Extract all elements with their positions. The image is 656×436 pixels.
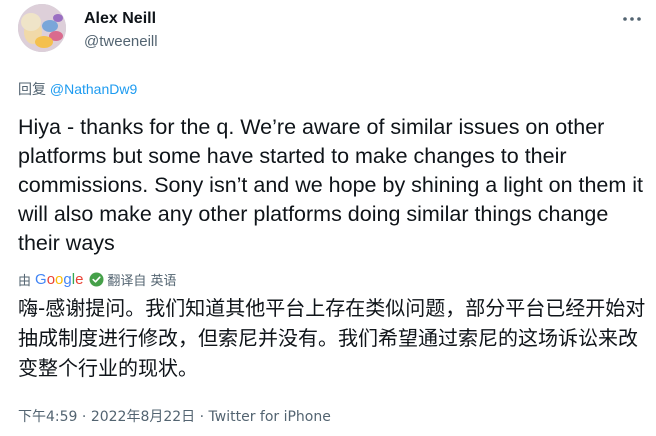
- tweet-translation-text: 嗨-感谢提问。我们知道其他平台上存在类似问题，部分平台已经开始对抽成制度进行修改…: [18, 296, 646, 380]
- tweet-date[interactable]: 2022年8月22日: [91, 409, 195, 425]
- google-letter: g: [63, 270, 72, 288]
- reply-prefix: 回复: [18, 81, 46, 97]
- google-logo: Google: [35, 271, 83, 288]
- tweet-time[interactable]: 下午4:59: [18, 409, 77, 425]
- author-name[interactable]: Alex Neill: [84, 10, 156, 28]
- translated-by-label: 由: [18, 273, 32, 289]
- avatar[interactable]: [18, 4, 66, 52]
- reply-context: 回复 @NathanDw9: [18, 79, 137, 99]
- more-options-button[interactable]: [620, 10, 644, 28]
- reply-mention-link[interactable]: @NathanDw9: [50, 81, 137, 97]
- google-letter: e: [75, 270, 84, 288]
- translated-from-label: 翻译自 英语: [107, 273, 177, 289]
- author-handle[interactable]: @tweeneill: [84, 33, 158, 50]
- avatar-image: [18, 4, 66, 52]
- google-letter: G: [35, 270, 47, 288]
- tweet-meta: 下午4:59 · 2022年8月22日 · Twitter for iPhone: [18, 406, 331, 426]
- tweet-source[interactable]: Twitter for iPhone: [209, 409, 331, 425]
- meta-separator: ·: [199, 409, 205, 425]
- more-horizontal-icon: [623, 17, 641, 21]
- meta-separator: ·: [81, 409, 87, 425]
- check-badge-icon: [89, 272, 104, 286]
- tweet-text: Hiya - thanks for the q. We’re aware of …: [18, 115, 644, 255]
- google-letter: o: [46, 270, 56, 288]
- translation-attribution: 由 Google 翻译自 英语: [18, 268, 177, 290]
